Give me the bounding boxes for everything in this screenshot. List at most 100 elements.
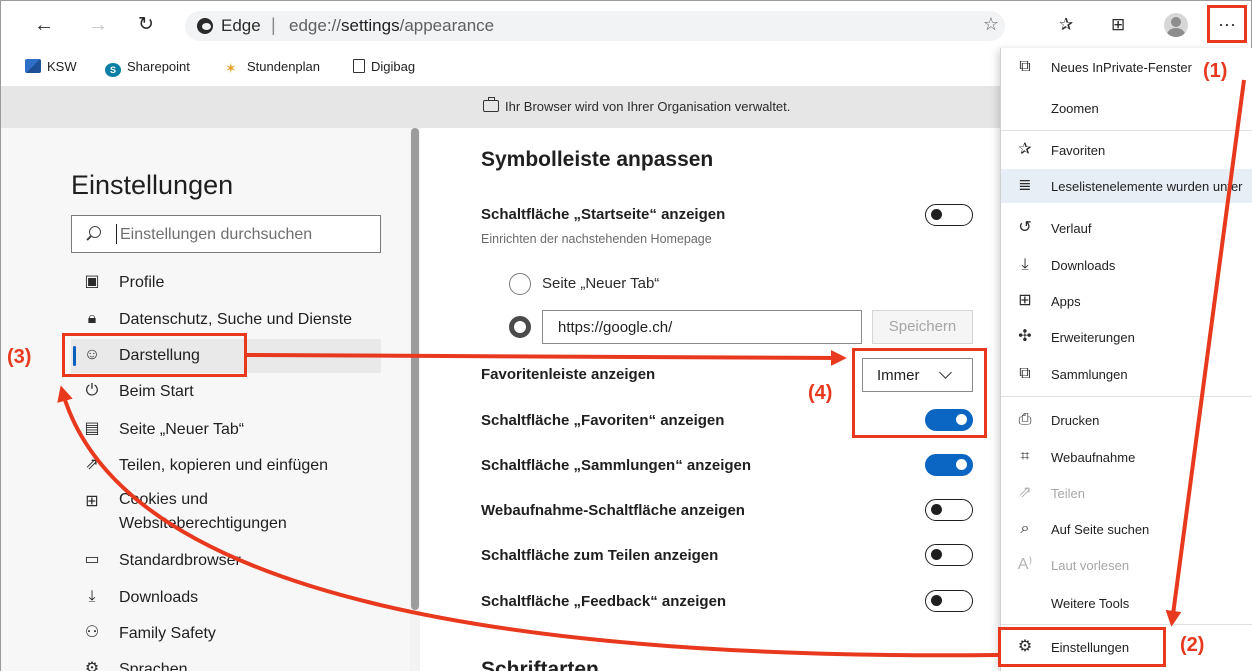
family-icon: ⚇	[84, 624, 100, 641]
menu-item-reading-list[interactable]: ≣ Leselistenelemente wurden unter	[1001, 169, 1252, 203]
menu-item-read-aloud[interactable]: A⁾ Laut vorlesen	[1001, 548, 1252, 582]
annotation-label-3: (3)	[7, 346, 32, 368]
menu-item-share[interactable]: ⇗ Teilen	[1001, 476, 1252, 510]
web-capture-icon: ⌗	[1020, 448, 1030, 465]
home-button-toggle[interactable]	[925, 204, 973, 226]
annotation-label-2: (2)	[1180, 634, 1205, 656]
menu-item-downloads[interactable]: ⤓ Downloads	[1001, 248, 1252, 282]
sidebar-item-new-tab[interactable]: ▤ Seite „Neuer Tab“	[71, 413, 381, 447]
stundenplan-icon: ✶	[225, 60, 237, 76]
feedback-button-toggle[interactable]	[925, 590, 973, 612]
favorites-bar-label: Favoritenleiste anzeigen	[481, 366, 656, 383]
toggle-share-label: Schaltfläche zum Teilen anzeigen	[481, 547, 719, 564]
reload-icon[interactable]: ↻	[133, 13, 159, 37]
history-icon: ↺	[1018, 219, 1032, 236]
menu-item-zoom[interactable]: Zoomen	[1001, 91, 1252, 125]
inprivate-icon: ⧉	[1019, 58, 1031, 75]
homepage-url-input[interactable]: https://google.ch/	[542, 310, 862, 344]
add-favorite-star-icon[interactable]: ☆	[983, 14, 999, 35]
menu-item-collections[interactable]: ⧉ Sammlungen	[1001, 357, 1252, 391]
radio-custom-url[interactable]	[509, 316, 531, 338]
favorites-icon[interactable]: ✰	[1059, 15, 1073, 35]
sidebar-item-share-copy[interactable]: ⇗ Teilen, kopieren und einfügen	[71, 449, 381, 483]
menu-item-extensions[interactable]: ✣ Erweiterungen	[1001, 320, 1252, 354]
annotation-box-favorites	[852, 348, 987, 438]
ksw-icon	[25, 59, 41, 73]
apps-icon: ⊞	[1018, 292, 1032, 309]
omnibox-separator: |	[271, 15, 276, 35]
menu-item-history[interactable]: ↺ Verlauf	[1001, 211, 1252, 245]
omnibox-url: edge://settings/appearance	[289, 16, 495, 35]
languages-icon: ⚙︎	[84, 660, 100, 671]
share-icon: ⇗	[1018, 484, 1032, 501]
collections-button-toggle[interactable]	[925, 454, 973, 476]
section-heading-fonts: Schriftarten	[481, 658, 599, 671]
sidebar-item-default-browser[interactable]: ▭ Standardbrowser	[71, 544, 381, 578]
browser-icon: ▭	[84, 551, 100, 568]
menu-separator	[1001, 624, 1252, 625]
toggle-collections-label: Schaltfläche „Sammlungen“ anzeigen	[481, 457, 752, 474]
url-input[interactable]: Edge | edge://settings/appearance ☆	[185, 11, 1005, 41]
annotation-label-4: (4)	[808, 382, 833, 404]
annotation-box-more-button	[1207, 5, 1247, 43]
favorite-stundenplan[interactable]: ✶ Stundenplan	[225, 59, 320, 76]
power-icon: ⏻	[85, 382, 99, 399]
briefcase-icon	[483, 97, 499, 112]
favorite-digibag[interactable]: Digibag	[353, 59, 415, 74]
menu-separator	[1001, 396, 1252, 397]
menu-item-more-tools[interactable]: Weitere Tools	[1001, 586, 1252, 620]
toggle-feedback-label: Schaltfläche „Feedback“ anzeigen	[481, 593, 727, 610]
address-bar: ← → ↻ Edge | edge://settings/appearance …	[0, 0, 1252, 48]
collections-icon[interactable]: ⊞	[1111, 15, 1125, 35]
annotation-box-settings	[998, 627, 1166, 667]
extensions-icon: ✣	[1018, 328, 1032, 345]
document-icon	[353, 59, 365, 73]
forward-icon[interactable]: →	[85, 13, 111, 37]
home-button-label: Schaltfläche „Startseite“ anzeigen	[481, 206, 726, 223]
lock-icon: 🔒︎	[87, 310, 97, 327]
sidebar-item-downloads[interactable]: ⤓ Downloads	[71, 581, 381, 615]
search-input[interactable]: Einstellungen durchsuchen	[71, 215, 381, 253]
print-icon: ⎙	[1018, 411, 1032, 428]
menu-item-find-on-page[interactable]: ⌕ Auf Seite suchen	[1001, 512, 1252, 546]
omnibox-brand: Edge	[221, 16, 261, 35]
read-aloud-icon: A⁾	[1017, 556, 1033, 573]
radio-new-tab[interactable]	[509, 273, 531, 295]
share-button-toggle[interactable]	[925, 544, 973, 566]
sidebar-scrollbar[interactable]	[410, 128, 420, 671]
save-button[interactable]: Speichern	[872, 310, 973, 344]
favorite-sharepoint[interactable]: S Sharepoint	[105, 59, 190, 77]
download-icon: ⤓	[1021, 256, 1029, 273]
sharepoint-icon: S	[105, 63, 121, 77]
sidebar-item-privacy[interactable]: 🔒︎ Datenschutz, Suche und Dienste	[71, 303, 381, 337]
cookies-icon: ⊞	[85, 493, 99, 510]
profile-avatar[interactable]	[1164, 13, 1188, 37]
edge-logo-icon	[197, 18, 213, 34]
webcapture-button-toggle[interactable]	[925, 499, 973, 521]
find-icon: ⌕	[1020, 520, 1030, 537]
section-heading: Symbolleiste anpassen	[481, 148, 714, 171]
share-icon: ⇗	[85, 456, 99, 473]
sidebar-item-startup[interactable]: ⏻ Beim Start	[71, 375, 381, 409]
sidebar-item-languages[interactable]: ⚙︎ Sprachen	[71, 653, 381, 671]
menu-item-print[interactable]: ⎙ Drucken	[1001, 403, 1252, 437]
scrollbar-thumb[interactable]	[411, 128, 419, 610]
browser-menu: ⧉ Neues InPrivate-Fenster Zoomen ✰ Favorit…	[1000, 48, 1252, 671]
menu-item-apps[interactable]: ⊞ Apps	[1001, 284, 1252, 318]
back-icon[interactable]: ←	[31, 13, 57, 37]
profile-icon: ▣	[84, 273, 100, 290]
favorites-icon: ✰	[1018, 141, 1032, 158]
sidebar-item-cookies[interactable]: ⊞ Cookies und Websiteberechtigungen	[71, 486, 381, 536]
menu-item-web-capture[interactable]: ⌗ Webaufnahme	[1001, 440, 1252, 474]
managed-banner: Ihr Browser wird von Ihrer Organisation …	[0, 86, 1000, 128]
sidebar-item-profile[interactable]: ▣ Profile	[71, 266, 381, 300]
page-title: Einstellungen	[71, 170, 234, 200]
new-tab-icon: ▤	[84, 420, 100, 437]
menu-item-favorites[interactable]: ✰ Favoriten	[1001, 133, 1252, 167]
search-icon	[86, 226, 101, 240]
banner-text: Ihr Browser wird von Ihrer Organisation …	[505, 99, 791, 114]
collections-icon: ⧉	[1019, 365, 1031, 382]
favorite-ksw[interactable]: KSW	[25, 59, 77, 74]
annotation-label-1: (1)	[1203, 60, 1228, 82]
sidebar-item-family-safety[interactable]: ⚇ Family Safety	[71, 617, 381, 651]
